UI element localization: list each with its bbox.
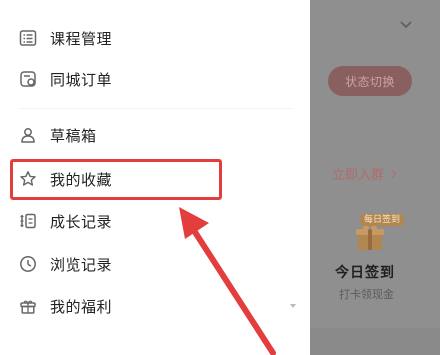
ticket-icon (18, 69, 38, 89)
growth-record-icon (18, 211, 38, 231)
clock-icon (18, 254, 38, 274)
gift-icon (356, 225, 384, 250)
drawer-top-cutoff (0, 0, 310, 18)
gift-box-icon (18, 296, 38, 316)
chevron-right-icon (387, 169, 397, 179)
menu-item-browse-history[interactable]: 浏览记录 (0, 244, 310, 284)
list-icon (18, 28, 38, 48)
status-toggle-button[interactable]: 状态切换 (328, 66, 412, 96)
menu-item-benefits[interactable]: 我的福利 (0, 286, 310, 326)
bottom-strip (310, 328, 440, 355)
cutoff-item-fragment (0, 0, 310, 18)
menu-item-course-management[interactable]: 课程管理 (0, 18, 310, 58)
menu-item-label: 同城订单 (50, 70, 113, 89)
background-page-overlay[interactable]: 状态切换 立即入群 每日签到 今日签到 打卡领现金 (310, 0, 440, 355)
menu-item-local-orders[interactable]: 同城订单 (0, 59, 310, 99)
join-group-link[interactable]: 立即入群 (332, 164, 397, 183)
menu-item-label: 浏览记录 (50, 255, 113, 274)
chevron-down-icon (400, 21, 412, 29)
checkin-title[interactable]: 今日签到 (335, 262, 395, 282)
dropdown-caret-icon (290, 304, 296, 308)
app-screen: 课程管理 同城订单 草稿箱 我的收藏 成长记录 浏览记录 我的福利 状态切换 立… (0, 0, 440, 355)
menu-item-label: 课程管理 (50, 29, 113, 48)
join-group-label: 立即入群 (332, 168, 385, 183)
menu-item-label: 草稿箱 (50, 126, 97, 145)
daily-checkin-badge: 每日签到 (360, 214, 405, 226)
menu-item-growth-record[interactable]: 成长记录 (0, 201, 310, 241)
menu-item-drafts[interactable]: 草稿箱 (0, 115, 310, 155)
menu-item-label: 我的福利 (50, 297, 113, 316)
checkin-subtitle: 打卡领现金 (339, 288, 394, 301)
menu-divider (18, 108, 292, 109)
favorites-highlight-box (10, 159, 222, 200)
draft-icon (18, 125, 38, 145)
menu-item-label: 成长记录 (50, 212, 113, 231)
